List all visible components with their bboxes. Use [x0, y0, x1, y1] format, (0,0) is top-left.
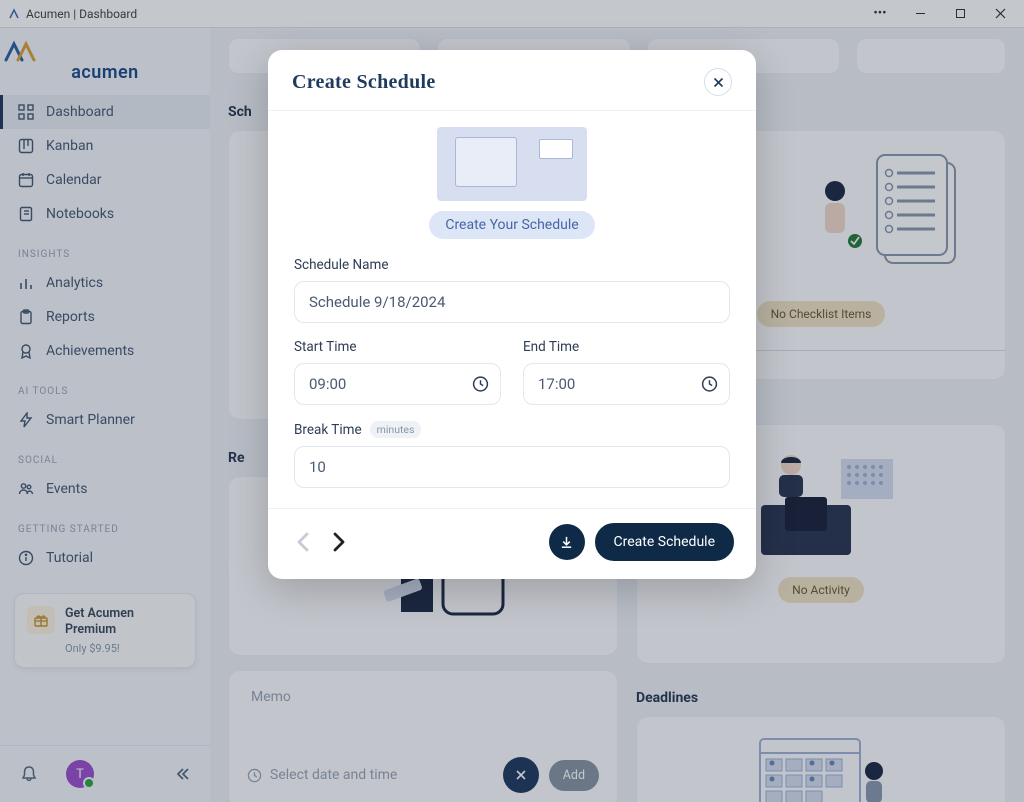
schedule-name-input[interactable]: [294, 281, 730, 323]
schedule-name-label: Schedule Name: [294, 257, 730, 273]
end-time-input[interactable]: [523, 363, 730, 405]
close-icon: [713, 77, 724, 88]
download-icon: [559, 535, 574, 550]
modal-title: Create Schedule: [292, 71, 436, 94]
modal-hero-illustration-icon: [437, 127, 587, 201]
clock-icon[interactable]: [472, 376, 489, 393]
modal-close-button[interactable]: [704, 68, 732, 96]
chevron-right-icon: [330, 531, 348, 553]
create-schedule-button[interactable]: Create Schedule: [595, 523, 734, 561]
download-button[interactable]: [549, 524, 585, 560]
modal-prev-button: [290, 529, 316, 555]
start-time-label: Start Time: [294, 339, 501, 355]
chevron-left-icon: [294, 531, 312, 553]
break-unit-badge: minutes: [370, 421, 422, 438]
create-schedule-button-label: Create Schedule: [614, 534, 715, 550]
break-time-input[interactable]: [294, 446, 730, 488]
start-time-input[interactable]: [294, 363, 501, 405]
modal-overlay[interactable]: Create Schedule Create Your Schedule Sch…: [0, 0, 1024, 802]
clock-icon[interactable]: [701, 376, 718, 393]
break-time-label: Break Time: [294, 422, 362, 438]
create-schedule-modal: Create Schedule Create Your Schedule Sch…: [268, 50, 756, 579]
modal-next-button[interactable]: [326, 529, 352, 555]
end-time-label: End Time: [523, 339, 730, 355]
modal-hero-pill: Create Your Schedule: [429, 211, 594, 239]
